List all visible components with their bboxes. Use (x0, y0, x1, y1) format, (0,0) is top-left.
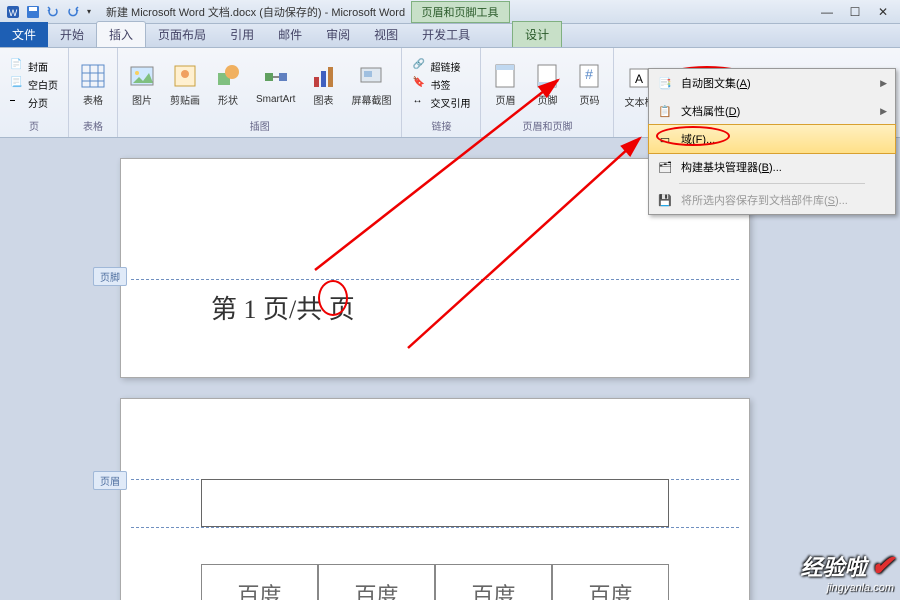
illustrations-group-label: 插图 (250, 116, 270, 135)
crossref-button[interactable]: ↔交叉引用 (408, 94, 474, 111)
bookmark-label: 书签 (430, 77, 450, 92)
hyperlink-label: 超链接 (430, 59, 460, 74)
footer-text[interactable]: 第 1 页/共 页 (211, 289, 355, 326)
table-cell[interactable]: 百度 (318, 564, 435, 600)
table-label: 表格 (83, 92, 103, 107)
screenshot-label: 屏幕截图 (351, 92, 391, 107)
svg-text:W: W (9, 8, 18, 18)
pages-group-label: 页 (29, 116, 39, 135)
window-title: 新建 Microsoft Word 文档.docx (自动保存的) - Micr… (98, 4, 411, 20)
tab-mailings[interactable]: 邮件 (266, 22, 314, 47)
dd-docprops-label: 文档属性 (681, 106, 725, 118)
links-group-label: 链接 (431, 116, 451, 135)
clipart-button[interactable]: 剪贴画 (166, 60, 204, 109)
footer-label: 页脚 (537, 92, 557, 107)
chart-button[interactable]: 图表 (305, 60, 341, 109)
header-button[interactable]: 页眉 (487, 60, 523, 109)
tab-review[interactable]: 审阅 (314, 22, 362, 47)
tab-home[interactable]: 开始 (48, 22, 96, 47)
close-button[interactable]: ✕ (870, 3, 896, 21)
tab-layout[interactable]: 页面布局 (146, 22, 218, 47)
pagenum-button[interactable]: # 页码 (571, 60, 607, 109)
pagenum-label: 页码 (579, 92, 599, 107)
svg-text:#: # (586, 66, 594, 82)
page-2[interactable]: 页眉 百度 百度 百度 百度 (120, 398, 750, 600)
qat-save[interactable] (24, 3, 42, 21)
dd-field[interactable]: ▭ 域(F)... (648, 124, 896, 154)
chart-label: 图表 (313, 92, 333, 107)
dd-blocks[interactable]: 🗂 构建基块管理器(B)... (649, 153, 895, 181)
dd-docprops[interactable]: 📋 文档属性(D) ▶ (649, 97, 895, 125)
tab-developer[interactable]: 开发工具 (410, 22, 482, 47)
smartart-label: SmartArt (256, 94, 295, 105)
cover-page-label: 封面 (28, 59, 48, 74)
bookmark-button[interactable]: 🔖书签 (408, 76, 474, 93)
chevron-right-icon: ▶ (880, 78, 887, 89)
qat-redo[interactable] (64, 3, 82, 21)
chevron-right-icon: ▶ (880, 106, 887, 117)
quickparts-dropdown: 📑 自动图文集(A) ▶ 📋 文档属性(D) ▶ ▭ 域(F)... 🗂 构建基… (648, 68, 896, 215)
blank-page-label: 空白页 (28, 77, 58, 92)
dd-autotext[interactable]: 📑 自动图文集(A) ▶ (649, 69, 895, 97)
tables-group-label: 表格 (83, 116, 103, 135)
table-outline (201, 479, 669, 527)
tab-design[interactable]: 设计 (512, 21, 562, 47)
qat-dropdown[interactable]: ▾ (84, 3, 94, 21)
maximize-button[interactable]: ☐ (842, 3, 868, 21)
docprops-icon: 📋 (657, 103, 673, 119)
tab-view[interactable]: 视图 (362, 22, 410, 47)
tab-insert[interactable]: 插入 (96, 21, 146, 47)
hyperlink-button[interactable]: 🔗超链接 (408, 58, 474, 75)
save-icon: 💾 (657, 192, 673, 208)
dd-save-label: 将所选内容保存到文档部件库 (681, 195, 824, 207)
blocks-icon: 🗂 (657, 159, 673, 175)
context-tab-label: 页眉和页脚工具 (411, 1, 510, 23)
screenshot-button[interactable]: 屏幕截图 (347, 60, 395, 109)
word-icon: W (4, 3, 22, 21)
footer-tag: 页脚 (93, 267, 127, 286)
shapes-label: 形状 (218, 92, 238, 107)
table-cell[interactable]: 百度 (201, 564, 318, 600)
svg-text:A: A (635, 72, 643, 86)
page-break-label: 分页 (28, 95, 48, 110)
minimize-button[interactable]: — (814, 3, 840, 21)
page-break-button[interactable]: ⎯分页 (6, 94, 62, 111)
table-cell[interactable]: 百度 (435, 564, 552, 600)
crossref-label: 交叉引用 (430, 95, 470, 110)
table-button[interactable]: 表格 (75, 60, 111, 109)
dd-save-selection: 💾 将所选内容保存到文档部件库(S)... (649, 186, 895, 214)
shapes-button[interactable]: 形状 (210, 60, 246, 109)
qat-undo[interactable] (44, 3, 62, 21)
dd-autotext-label: 自动图文集 (681, 78, 736, 90)
blank-page-button[interactable]: 📃空白页 (6, 76, 62, 93)
smartart-button[interactable]: SmartArt (252, 62, 299, 107)
footer-button[interactable]: 页脚 (529, 60, 565, 109)
hf-group-label: 页眉和页脚 (522, 116, 572, 135)
dd-blocks-label: 构建基块管理器 (681, 162, 758, 174)
cover-page-button[interactable]: 📄封面 (6, 58, 62, 75)
header-tag: 页眉 (93, 471, 127, 490)
tab-references[interactable]: 引用 (218, 22, 266, 47)
dd-field-label: 域 (681, 134, 692, 146)
clipart-label: 剪贴画 (170, 92, 200, 107)
table-cell[interactable]: 百度 (552, 564, 669, 600)
picture-label: 图片 (132, 92, 152, 107)
autotext-icon: 📑 (657, 75, 673, 91)
field-icon: ▭ (657, 131, 673, 147)
header-label: 页眉 (495, 92, 515, 107)
picture-button[interactable]: 图片 (124, 60, 160, 109)
table-row: 百度 百度 百度 百度 (201, 564, 669, 600)
tab-file[interactable]: 文件 (0, 22, 48, 47)
